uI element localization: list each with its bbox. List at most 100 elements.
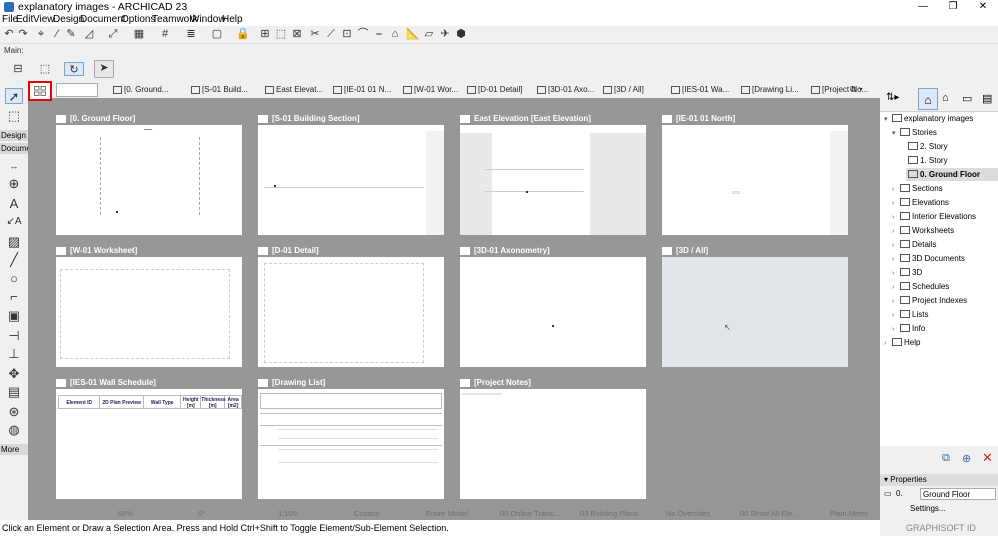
nav-project-root[interactable]: ▾ explanatory images: [884, 114, 973, 123]
more-section-label[interactable]: More: [0, 444, 28, 455]
tab-building-section[interactable]: [S-01 Build...: [190, 83, 258, 97]
view-map-icon[interactable]: ⌂: [942, 92, 949, 104]
window-icon[interactable]: ▢: [210, 27, 224, 41]
menu-edit[interactable]: Edit: [16, 14, 33, 25]
find-select-icon[interactable]: ⌖: [34, 27, 48, 41]
graphisoft-id-label[interactable]: GRAPHISOFT ID: [906, 523, 976, 533]
maximize-button[interactable]: ❐: [938, 0, 968, 14]
scale-value[interactable]: 1:100: [278, 509, 297, 518]
tab-detail[interactable]: [D-01 Detail]: [466, 83, 534, 97]
tab-list-controls[interactable]: ⧉ ▾: [850, 84, 880, 96]
close-button[interactable]: ✕: [968, 0, 998, 14]
graphic-override[interactable]: No Overrides: [666, 509, 710, 518]
gravity-icon[interactable]: ▦: [132, 27, 146, 41]
thumbnail-project-notes[interactable]: [460, 389, 646, 499]
label-tool-icon[interactable]: ↙A: [5, 214, 23, 230]
worksheet-tool-icon[interactable]: ⊛: [5, 404, 23, 420]
tab-drawing-list[interactable]: [Drawing Li...: [740, 83, 808, 97]
new-view-icon[interactable]: ⧉: [942, 452, 950, 465]
marquee-area-icon[interactable]: ⬚: [36, 62, 54, 76]
tab-axonometry[interactable]: [3D-01 Axo...: [536, 83, 600, 97]
menu-help[interactable]: Help: [222, 14, 243, 25]
nav-3d-documents[interactable]: › 3D Documents: [892, 254, 965, 263]
nav-stories[interactable]: ▾ Stories: [892, 128, 937, 137]
tab-dropdown-icon[interactable]: ▾: [859, 84, 863, 94]
angle-value[interactable]: 0°: [198, 509, 205, 518]
split-icon[interactable]: ⟋: [324, 27, 338, 41]
inject-icon[interactable]: ✎: [64, 27, 78, 41]
publisher-sets-icon[interactable]: ▤: [982, 92, 992, 105]
thumbnail-building-section[interactable]: [258, 125, 444, 235]
tab-east-elevation[interactable]: East Elevat...: [264, 83, 330, 97]
tab-ground-floor[interactable]: [0. Ground...: [112, 83, 184, 97]
change-tool-icon[interactable]: ✥: [5, 366, 23, 382]
drawing-tool-icon[interactable]: ▣: [5, 308, 23, 324]
redo-icon[interactable]: ↷: [16, 27, 30, 41]
world-tool-icon[interactable]: ◍: [5, 422, 23, 438]
document-section-label[interactable]: Documen: [0, 143, 28, 154]
minimize-button[interactable]: —: [908, 0, 938, 14]
nav-info[interactable]: › Info: [892, 324, 925, 333]
line-tool-icon[interactable]: ╱: [5, 252, 23, 268]
rotate-icon[interactable]: ↻: [64, 62, 84, 76]
nav-worksheets[interactable]: › Worksheets: [892, 226, 954, 235]
arrow-pointer-icon[interactable]: ➤: [94, 60, 114, 78]
menu-document[interactable]: Document: [80, 14, 126, 25]
lock-icon[interactable]: 🔒: [236, 27, 250, 41]
thumbnail-interior-elevation[interactable]: [662, 125, 848, 235]
thumbnail-worksheet[interactable]: [56, 257, 242, 367]
render-icon[interactable]: ⬢: [454, 27, 468, 41]
menu-options[interactable]: Options: [121, 14, 155, 25]
marquee-tool-icon[interactable]: ⬚: [5, 108, 23, 124]
level-dimension-tool-icon[interactable]: ⊕: [5, 176, 23, 192]
pen-set[interactable]: 00 Online Trans...: [500, 509, 559, 518]
properties-settings-button[interactable]: Settings...: [910, 504, 946, 513]
undo-icon[interactable]: ↶: [2, 27, 16, 41]
view-thumbnails-icon[interactable]: ⧉: [850, 84, 856, 94]
section-tool-icon[interactable]: ⊣: [5, 328, 23, 344]
properties-header[interactable]: ▾ Properties: [880, 474, 998, 486]
tab-interior-elevation[interactable]: [IE-01 01 N...: [332, 83, 400, 97]
trim-icon[interactable]: ✂: [308, 27, 322, 41]
layer-combination[interactable]: Custom: [354, 509, 380, 518]
plan-set[interactable]: 03 Building Plans: [580, 509, 638, 518]
overview-grid-button[interactable]: [28, 81, 52, 101]
thumbnail-3d-all[interactable]: ↖: [662, 257, 848, 367]
nav-details[interactable]: › Details: [892, 240, 936, 249]
zone-icon[interactable]: ▱: [422, 27, 436, 41]
elevation-tool-icon[interactable]: ⊥: [5, 346, 23, 362]
grid-icon[interactable]: #: [158, 27, 172, 41]
teamwork-icon[interactable]: ⊞: [258, 27, 272, 41]
properties-name-field[interactable]: Ground Floor: [920, 488, 996, 500]
nav-elevations[interactable]: › Elevations: [892, 198, 949, 207]
thumbnail-ground-floor[interactable]: [56, 125, 242, 235]
zoom-value[interactable]: 68%: [118, 509, 133, 518]
nav-project-indexes[interactable]: › Project Indexes: [892, 296, 967, 305]
thumbnail-east-elevation[interactable]: [460, 125, 646, 235]
adjust-icon[interactable]: ⎯: [372, 27, 386, 41]
offset-icon[interactable]: ⊡: [340, 27, 354, 41]
design-section-label[interactable]: Design: [0, 130, 28, 141]
tab-3d-all[interactable]: [3D / All]: [602, 83, 662, 97]
3d-navigate-icon[interactable]: ✈: [438, 27, 452, 41]
house-icon[interactable]: ⌂: [388, 27, 402, 41]
measure-icon[interactable]: 📐: [406, 27, 420, 41]
nav-story-2[interactable]: 2. Story: [908, 142, 948, 151]
tab-wall-schedule[interactable]: [IES-01 Wa...: [670, 83, 738, 97]
fill-tool-icon[interactable]: ▨: [5, 234, 23, 250]
dimension-tool-icon[interactable]: ↔: [5, 158, 23, 174]
thumbnail-drawing-list[interactable]: [258, 389, 444, 499]
nav-story-0[interactable]: 0. Ground Floor: [906, 168, 998, 181]
clone-view-icon[interactable]: ⊕: [962, 452, 971, 465]
nav-sections[interactable]: › Sections: [892, 184, 943, 193]
project-map-icon[interactable]: ⌂: [918, 88, 938, 110]
model-view[interactable]: Entire Model: [426, 509, 468, 518]
layer-icon[interactable]: ≣: [184, 27, 198, 41]
overview-tab[interactable]: [56, 83, 98, 97]
guide-lines-icon[interactable]: ⤢: [106, 27, 120, 41]
pick-up-icon[interactable]: ⁄: [50, 27, 64, 41]
nav-interior-elevations[interactable]: › Interior Elevations: [892, 212, 976, 221]
nav-lists[interactable]: › Lists: [892, 310, 928, 319]
edit-selection-icon[interactable]: ⊟: [8, 62, 28, 76]
delete-view-icon[interactable]: ✕: [982, 450, 993, 466]
